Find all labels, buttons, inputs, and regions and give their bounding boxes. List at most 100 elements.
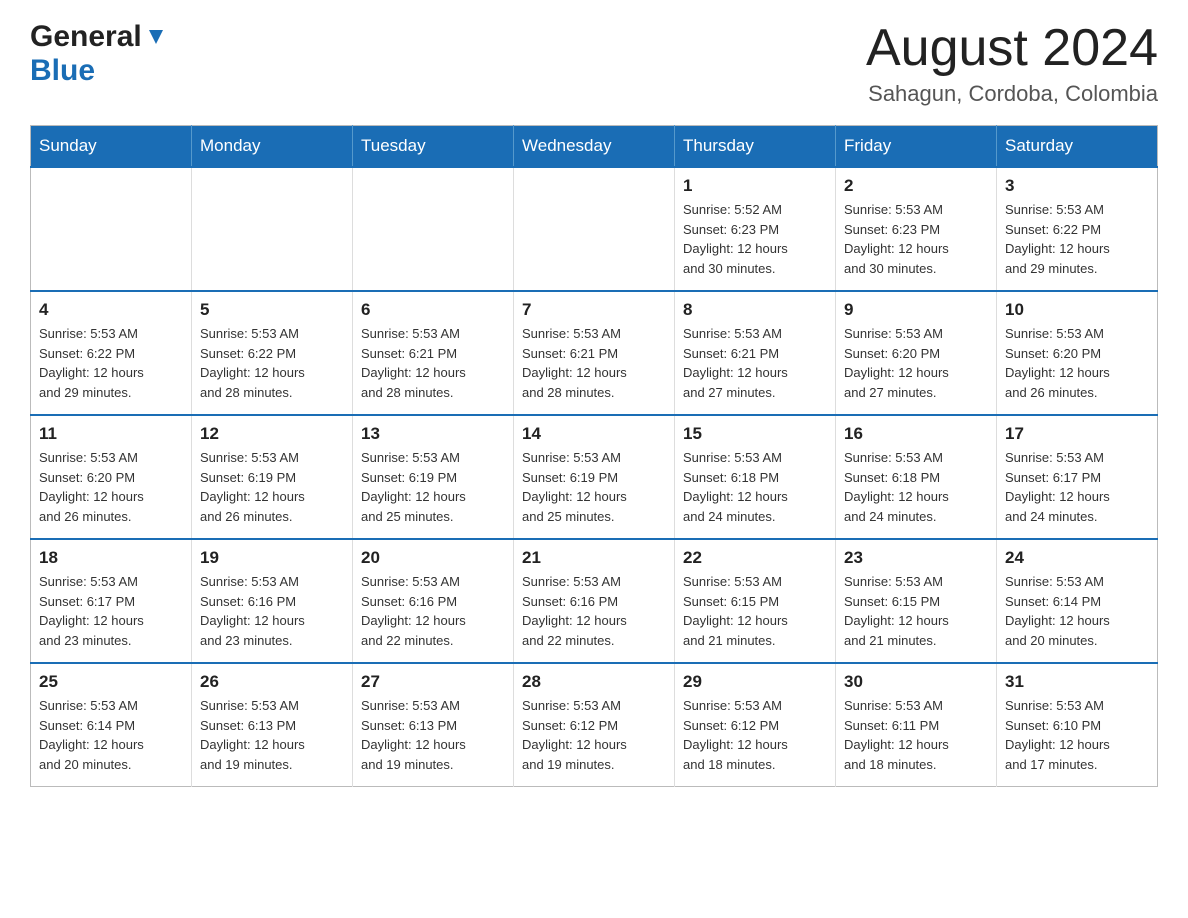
day-info: Sunrise: 5:53 AM Sunset: 6:14 PM Dayligh… bbox=[39, 696, 183, 774]
day-number: 7 bbox=[522, 300, 666, 320]
day-number: 21 bbox=[522, 548, 666, 568]
calendar-cell: 1Sunrise: 5:52 AM Sunset: 6:23 PM Daylig… bbox=[675, 167, 836, 291]
title-area: August 2024 Sahagun, Cordoba, Colombia bbox=[866, 20, 1158, 107]
calendar-cell: 10Sunrise: 5:53 AM Sunset: 6:20 PM Dayli… bbox=[997, 291, 1158, 415]
day-number: 19 bbox=[200, 548, 344, 568]
day-info: Sunrise: 5:53 AM Sunset: 6:13 PM Dayligh… bbox=[361, 696, 505, 774]
calendar-cell: 9 Sunrise: 5:53 AM Sunset: 6:20 PM Daylig… bbox=[836, 291, 997, 415]
days-header-row: SundayMondayTuesdayWednesdayThursdayFrid… bbox=[31, 126, 1158, 168]
calendar-cell: 3 Sunrise: 5:53 AM Sunset: 6:22 PM Daylig… bbox=[997, 167, 1158, 291]
day-info: Sunrise: 5:53 AM Sunset: 6:21 PM Dayligh… bbox=[361, 324, 505, 402]
day-info: Sunrise: 5:53 AM Sunset: 6:22 PM Dayligh… bbox=[1005, 200, 1149, 278]
day-number: 24 bbox=[1005, 548, 1149, 568]
day-info: Sunrise: 5:53 AM Sunset: 6:22 PM Dayligh… bbox=[39, 324, 183, 402]
day-number: 27 bbox=[361, 672, 505, 692]
day-info: Sunrise: 5:53 AM Sunset: 6:13 PM Dayligh… bbox=[200, 696, 344, 774]
day-number: 12 bbox=[200, 424, 344, 444]
day-number: 29 bbox=[683, 672, 827, 692]
calendar-cell: 30Sunrise: 5:53 AM Sunset: 6:11 PM Dayli… bbox=[836, 663, 997, 787]
calendar-cell: 22Sunrise: 5:53 AM Sunset: 6:15 PM Dayli… bbox=[675, 539, 836, 663]
day-number: 8 bbox=[683, 300, 827, 320]
col-header-thursday: Thursday bbox=[675, 126, 836, 168]
day-info: Sunrise: 5:53 AM Sunset: 6:20 PM Dayligh… bbox=[844, 324, 988, 402]
day-info: Sunrise: 5:53 AM Sunset: 6:11 PM Dayligh… bbox=[844, 696, 988, 774]
calendar-cell: 18Sunrise: 5:53 AM Sunset: 6:17 PM Dayli… bbox=[31, 539, 192, 663]
calendar-cell: 7 Sunrise: 5:53 AM Sunset: 6:21 PM Daylig… bbox=[514, 291, 675, 415]
day-info: Sunrise: 5:53 AM Sunset: 6:18 PM Dayligh… bbox=[683, 448, 827, 526]
day-info: Sunrise: 5:53 AM Sunset: 6:21 PM Dayligh… bbox=[522, 324, 666, 402]
logo-triangle-icon bbox=[145, 26, 167, 48]
calendar-cell: 16Sunrise: 5:53 AM Sunset: 6:18 PM Dayli… bbox=[836, 415, 997, 539]
day-number: 14 bbox=[522, 424, 666, 444]
calendar-cell: 23 Sunrise: 5:53 AM Sunset: 6:15 PM Dayli… bbox=[836, 539, 997, 663]
calendar-cell: 27 Sunrise: 5:53 AM Sunset: 6:13 PM Dayli… bbox=[353, 663, 514, 787]
day-number: 4 bbox=[39, 300, 183, 320]
calendar-cell: 6 Sunrise: 5:53 AM Sunset: 6:21 PM Daylig… bbox=[353, 291, 514, 415]
day-info: Sunrise: 5:53 AM Sunset: 6:21 PM Dayligh… bbox=[683, 324, 827, 402]
day-info: Sunrise: 5:53 AM Sunset: 6:19 PM Dayligh… bbox=[200, 448, 344, 526]
day-number: 9 bbox=[844, 300, 988, 320]
calendar-cell: 2Sunrise: 5:53 AM Sunset: 6:23 PM Daylig… bbox=[836, 167, 997, 291]
calendar-week-1: 1Sunrise: 5:52 AM Sunset: 6:23 PM Daylig… bbox=[31, 167, 1158, 291]
day-info: Sunrise: 5:53 AM Sunset: 6:18 PM Dayligh… bbox=[844, 448, 988, 526]
calendar-cell bbox=[353, 167, 514, 291]
calendar-cell: 5 Sunrise: 5:53 AM Sunset: 6:22 PM Daylig… bbox=[192, 291, 353, 415]
calendar-cell: 17 Sunrise: 5:53 AM Sunset: 6:17 PM Dayli… bbox=[997, 415, 1158, 539]
calendar-cell: 12 Sunrise: 5:53 AM Sunset: 6:19 PM Dayli… bbox=[192, 415, 353, 539]
calendar-body: 1Sunrise: 5:52 AM Sunset: 6:23 PM Daylig… bbox=[31, 167, 1158, 787]
calendar-cell: 14 Sunrise: 5:53 AM Sunset: 6:19 PM Dayli… bbox=[514, 415, 675, 539]
day-number: 1 bbox=[683, 176, 827, 196]
calendar-table: SundayMondayTuesdayWednesdayThursdayFrid… bbox=[30, 125, 1158, 787]
calendar-cell: 26Sunrise: 5:53 AM Sunset: 6:13 PM Dayli… bbox=[192, 663, 353, 787]
day-number: 25 bbox=[39, 672, 183, 692]
page-header: General Blue August 2024 Sahagun, Cordob… bbox=[30, 20, 1158, 107]
day-info: Sunrise: 5:53 AM Sunset: 6:16 PM Dayligh… bbox=[361, 572, 505, 650]
calendar-week-4: 18Sunrise: 5:53 AM Sunset: 6:17 PM Dayli… bbox=[31, 539, 1158, 663]
calendar-header: SundayMondayTuesdayWednesdayThursdayFrid… bbox=[31, 126, 1158, 168]
day-number: 31 bbox=[1005, 672, 1149, 692]
day-info: Sunrise: 5:53 AM Sunset: 6:17 PM Dayligh… bbox=[39, 572, 183, 650]
day-info: Sunrise: 5:53 AM Sunset: 6:19 PM Dayligh… bbox=[361, 448, 505, 526]
calendar-cell: 4 Sunrise: 5:53 AM Sunset: 6:22 PM Daylig… bbox=[31, 291, 192, 415]
calendar-cell: 21 Sunrise: 5:53 AM Sunset: 6:16 PM Dayli… bbox=[514, 539, 675, 663]
calendar-cell: 11Sunrise: 5:53 AM Sunset: 6:20 PM Dayli… bbox=[31, 415, 192, 539]
col-header-tuesday: Tuesday bbox=[353, 126, 514, 168]
day-info: Sunrise: 5:53 AM Sunset: 6:22 PM Dayligh… bbox=[200, 324, 344, 402]
calendar-cell: 25 Sunrise: 5:53 AM Sunset: 6:14 PM Dayli… bbox=[31, 663, 192, 787]
day-number: 23 bbox=[844, 548, 988, 568]
logo: General Blue bbox=[30, 20, 167, 88]
day-number: 15 bbox=[683, 424, 827, 444]
day-number: 6 bbox=[361, 300, 505, 320]
calendar-cell: 24Sunrise: 5:53 AM Sunset: 6:14 PM Dayli… bbox=[997, 539, 1158, 663]
day-info: Sunrise: 5:53 AM Sunset: 6:12 PM Dayligh… bbox=[522, 696, 666, 774]
col-header-wednesday: Wednesday bbox=[514, 126, 675, 168]
day-info: Sunrise: 5:53 AM Sunset: 6:15 PM Dayligh… bbox=[844, 572, 988, 650]
calendar-week-3: 11Sunrise: 5:53 AM Sunset: 6:20 PM Dayli… bbox=[31, 415, 1158, 539]
day-info: Sunrise: 5:53 AM Sunset: 6:17 PM Dayligh… bbox=[1005, 448, 1149, 526]
calendar-week-5: 25 Sunrise: 5:53 AM Sunset: 6:14 PM Dayli… bbox=[31, 663, 1158, 787]
day-info: Sunrise: 5:53 AM Sunset: 6:15 PM Dayligh… bbox=[683, 572, 827, 650]
calendar-week-2: 4 Sunrise: 5:53 AM Sunset: 6:22 PM Daylig… bbox=[31, 291, 1158, 415]
calendar-cell: 29Sunrise: 5:53 AM Sunset: 6:12 PM Dayli… bbox=[675, 663, 836, 787]
calendar-cell bbox=[31, 167, 192, 291]
day-number: 5 bbox=[200, 300, 344, 320]
day-number: 11 bbox=[39, 424, 183, 444]
day-info: Sunrise: 5:53 AM Sunset: 6:16 PM Dayligh… bbox=[522, 572, 666, 650]
calendar-cell: 8 Sunrise: 5:53 AM Sunset: 6:21 PM Daylig… bbox=[675, 291, 836, 415]
calendar-cell bbox=[514, 167, 675, 291]
col-header-saturday: Saturday bbox=[997, 126, 1158, 168]
day-number: 17 bbox=[1005, 424, 1149, 444]
month-title: August 2024 bbox=[866, 20, 1158, 77]
calendar-cell: 31Sunrise: 5:53 AM Sunset: 6:10 PM Dayli… bbox=[997, 663, 1158, 787]
day-info: Sunrise: 5:53 AM Sunset: 6:20 PM Dayligh… bbox=[1005, 324, 1149, 402]
col-header-monday: Monday bbox=[192, 126, 353, 168]
logo-general: General bbox=[30, 20, 142, 54]
col-header-sunday: Sunday bbox=[31, 126, 192, 168]
day-number: 20 bbox=[361, 548, 505, 568]
calendar-cell: 19Sunrise: 5:53 AM Sunset: 6:16 PM Dayli… bbox=[192, 539, 353, 663]
day-info: Sunrise: 5:53 AM Sunset: 6:19 PM Dayligh… bbox=[522, 448, 666, 526]
day-number: 2 bbox=[844, 176, 988, 196]
day-number: 3 bbox=[1005, 176, 1149, 196]
calendar-cell: 15 Sunrise: 5:53 AM Sunset: 6:18 PM Dayli… bbox=[675, 415, 836, 539]
calendar-cell: 20 Sunrise: 5:53 AM Sunset: 6:16 PM Dayli… bbox=[353, 539, 514, 663]
